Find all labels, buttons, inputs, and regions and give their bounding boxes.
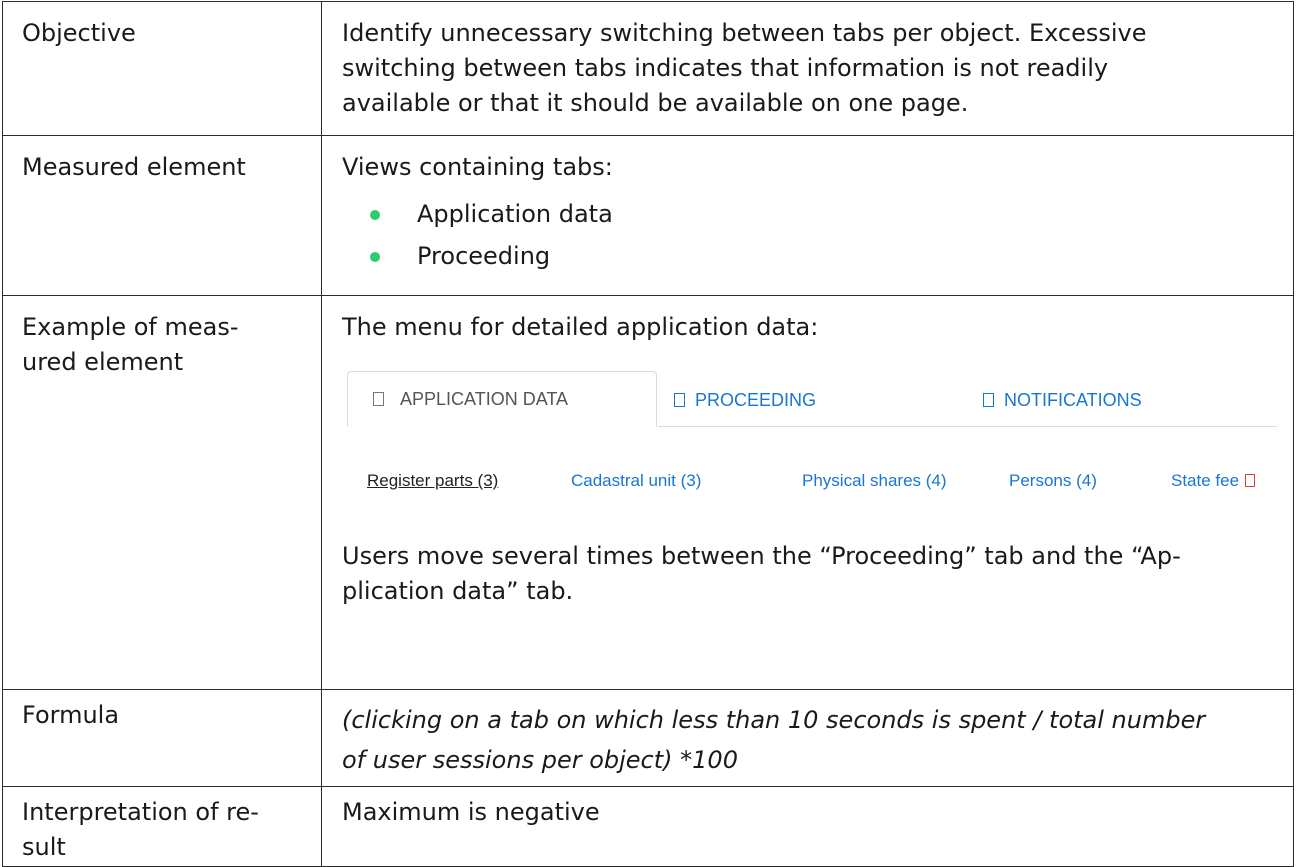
text-line: (clicking on a tab on which less than 10… xyxy=(342,706,1206,734)
bullet-list: Application data Proceeding xyxy=(342,193,1277,277)
link-register-parts[interactable]: Register parts (3) xyxy=(367,470,498,492)
label-line: Objective xyxy=(22,19,136,47)
label-line: sult xyxy=(22,833,66,861)
tab-label: APPLICATION DATA xyxy=(400,388,569,409)
link-cadastral-unit[interactable]: Cadastral unit (3) xyxy=(571,470,701,492)
text-line: Views containing tabs: xyxy=(342,153,613,181)
label-line: Example of meas- xyxy=(22,313,239,341)
list-item: Application data xyxy=(342,193,1277,235)
document-icon xyxy=(983,393,994,407)
link-label: State fee xyxy=(1171,471,1240,490)
value-objective: Identify unnecessary switching between t… xyxy=(321,1,1294,136)
tab-label: NOTIFICATIONS xyxy=(1004,390,1142,410)
value-example: The menu for detailed application data: … xyxy=(321,295,1294,690)
text-line: available or that it should be available… xyxy=(342,89,969,117)
tab-bar-divider xyxy=(658,426,1277,427)
metric-table: Objective Identify unnecessary switching… xyxy=(2,1,1294,867)
text-line: plication data” tab. xyxy=(342,577,574,605)
app-menu-screenshot: APPLICATION DATA PROCEEDING NOTIFICATION… xyxy=(342,367,1277,539)
document-icon xyxy=(674,393,685,407)
label-line: Measured element xyxy=(22,153,246,181)
list-item-text: Application data xyxy=(417,200,613,228)
label-objective: Objective xyxy=(2,1,322,136)
tab-proceeding[interactable]: PROCEEDING xyxy=(674,389,816,411)
row-formula: Formula (clicking on a tab on which less… xyxy=(2,689,1294,787)
label-measured-element: Measured element xyxy=(2,135,322,296)
tab-label: PROCEEDING xyxy=(695,390,817,410)
list-item-text: Proceeding xyxy=(417,242,551,270)
link-persons[interactable]: Persons (4) xyxy=(1009,470,1097,492)
text-line: Users move several times between the “Pr… xyxy=(342,542,1181,570)
label-formula: Formula xyxy=(2,689,322,787)
label-example: Example of meas- ured element xyxy=(2,295,322,690)
value-formula: (clicking on a tab on which less than 10… xyxy=(321,689,1294,787)
alert-icon xyxy=(1245,474,1256,487)
document-icon xyxy=(373,392,384,406)
bullet-icon xyxy=(370,252,380,262)
text-line: The menu for detailed application data: xyxy=(342,313,819,341)
label-line: Interpretation of re- xyxy=(22,798,259,826)
text-line: switching between tabs indicates that in… xyxy=(342,54,1109,82)
link-state-fee[interactable]: State fee xyxy=(1171,470,1256,492)
list-item: Proceeding xyxy=(342,235,1277,277)
text-line: Maximum is negative xyxy=(342,798,600,826)
bullet-icon xyxy=(370,210,380,220)
row-example: Example of meas- ured element The menu f… xyxy=(2,295,1294,690)
tab-application-data[interactable]: APPLICATION DATA xyxy=(347,371,657,427)
tab-notifications[interactable]: NOTIFICATIONS xyxy=(983,389,1142,411)
text-line: of user sessions per object) *100 xyxy=(342,746,738,774)
value-measured-element: Views containing tabs: Application data … xyxy=(321,135,1294,296)
row-objective: Objective Identify unnecessary switching… xyxy=(2,1,1294,136)
link-physical-shares[interactable]: Physical shares (4) xyxy=(802,470,947,492)
label-line: Formula xyxy=(22,701,120,729)
label-line: ured element xyxy=(22,348,184,376)
text-line: Identify unnecessary switching between t… xyxy=(342,19,1147,47)
row-measured-element: Measured element Views containing tabs: … xyxy=(2,135,1294,296)
